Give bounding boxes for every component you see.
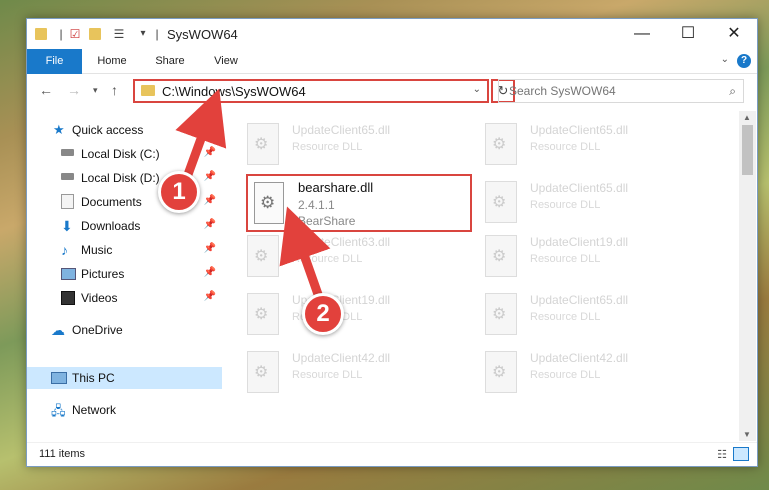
- annotation-arrows: [175, 88, 331, 305]
- arrow-step-1: [175, 88, 227, 185]
- step-badge-1: 1: [158, 171, 200, 213]
- step-badge-2: 2: [302, 293, 344, 335]
- arrow-step-2: [279, 206, 331, 305]
